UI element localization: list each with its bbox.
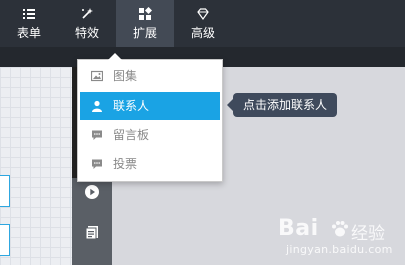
tab-form[interactable]: 表单 [0,0,58,47]
side-tool-column [72,178,112,265]
sparkle-icon [82,8,93,19]
canvas-element[interactable] [0,175,10,207]
tab-advanced[interactable]: 高级 [174,0,232,47]
editor-canvas[interactable] [0,67,72,265]
tab-label: 特效 [74,26,99,40]
grid-plus-icon [139,7,152,20]
image-icon [91,70,103,82]
menu-item-label: 图集 [113,69,138,83]
watermark-logo: Bai [278,216,319,241]
tooltip-text: 点击添加联系人 [243,98,328,112]
menu-item-message-board[interactable]: 留言板 [80,121,220,149]
tooltip-caret [227,99,233,111]
play-icon[interactable] [84,184,100,200]
menu-item-label: 投票 [113,157,138,171]
canvas-element[interactable] [0,224,10,256]
chat-icon [92,159,102,169]
diamond-icon [197,8,209,21]
menu-item-vote[interactable]: 投票 [80,150,220,178]
menu-caret [108,53,122,60]
document-icon[interactable] [84,224,100,240]
paw-icon [332,221,348,237]
tab-label: 表单 [16,26,41,40]
menu-item-contact[interactable]: 联系人 [80,92,220,120]
menu-item-label: 联系人 [113,99,150,113]
chat-icon [92,130,102,140]
extend-dropdown-menu: 图集 联系人 留言板 投票 [77,53,223,182]
menu-item-label: 留言板 [113,128,150,142]
list-icon [23,9,35,19]
menu-item-gallery[interactable]: 图集 [80,62,220,90]
tooltip: 点击添加联系人 [227,93,338,117]
person-icon [92,100,102,112]
tab-label: 高级 [190,26,215,40]
tab-label: 扩展 [132,26,157,40]
top-toolbar: 表单 特效 扩展 高级 [0,0,405,47]
watermark-brand-text: 经验 [351,224,385,244]
tab-effects[interactable]: 特效 [58,0,116,47]
baidu-jingyan-watermark: Bai 经验 jingyan.baidu.com [278,216,398,260]
watermark-url: jingyan.baidu.com [286,243,393,256]
tab-extend[interactable]: 扩展 [116,0,174,47]
